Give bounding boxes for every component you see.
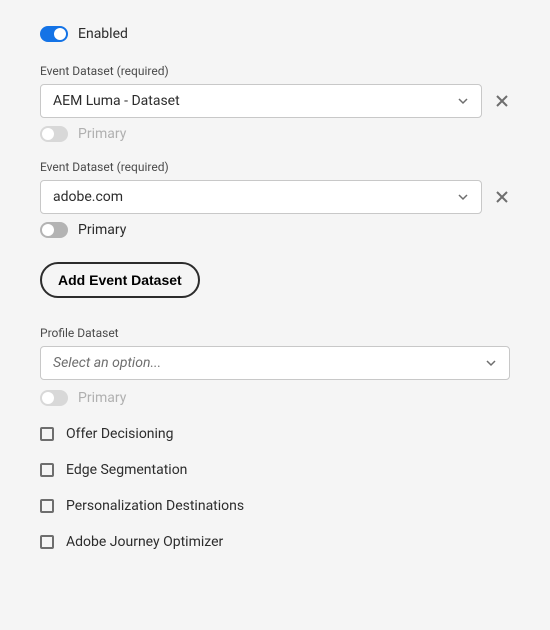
primary-label-1: Primary xyxy=(78,222,126,238)
add-event-dataset-button[interactable]: Add Event Dataset xyxy=(40,262,200,298)
edge-segmentation-checkbox[interactable] xyxy=(40,463,54,477)
profile-primary-toggle xyxy=(40,390,68,406)
chevron-down-icon xyxy=(457,191,469,203)
remove-event-dataset-1[interactable] xyxy=(494,189,510,205)
chevron-down-icon xyxy=(485,357,497,369)
checkbox-label: Offer Decisioning xyxy=(66,426,174,442)
event-dataset-label: Event Dataset (required) xyxy=(40,64,510,78)
adobe-journey-optimizer-checkbox[interactable] xyxy=(40,535,54,549)
toggle-knob xyxy=(42,224,54,236)
enabled-toggle[interactable] xyxy=(40,26,68,42)
event-dataset-label: Event Dataset (required) xyxy=(40,160,510,174)
primary-label-0: Primary xyxy=(78,126,126,142)
event-dataset-select-1[interactable]: adobe.com xyxy=(40,180,482,214)
remove-event-dataset-0[interactable] xyxy=(494,93,510,109)
offer-decisioning-checkbox[interactable] xyxy=(40,427,54,441)
select-value: adobe.com xyxy=(53,189,123,205)
toggle-knob xyxy=(54,28,66,40)
enabled-label: Enabled xyxy=(78,26,128,42)
toggle-knob xyxy=(42,128,54,140)
profile-dataset-select[interactable]: Select an option... xyxy=(40,346,510,380)
checkbox-label: Personalization Destinations xyxy=(66,498,244,514)
select-value: AEM Luma - Dataset xyxy=(53,93,180,109)
primary-toggle-0 xyxy=(40,126,68,142)
personalization-destinations-checkbox[interactable] xyxy=(40,499,54,513)
profile-primary-label: Primary xyxy=(78,390,126,406)
chevron-down-icon xyxy=(457,95,469,107)
event-dataset-select-0[interactable]: AEM Luma - Dataset xyxy=(40,84,482,118)
profile-dataset-label: Profile Dataset xyxy=(40,326,510,340)
toggle-knob xyxy=(42,392,54,404)
checkbox-label: Adobe Journey Optimizer xyxy=(66,534,223,550)
primary-toggle-1[interactable] xyxy=(40,222,68,238)
select-placeholder: Select an option... xyxy=(53,355,161,371)
checkbox-label: Edge Segmentation xyxy=(66,462,187,478)
